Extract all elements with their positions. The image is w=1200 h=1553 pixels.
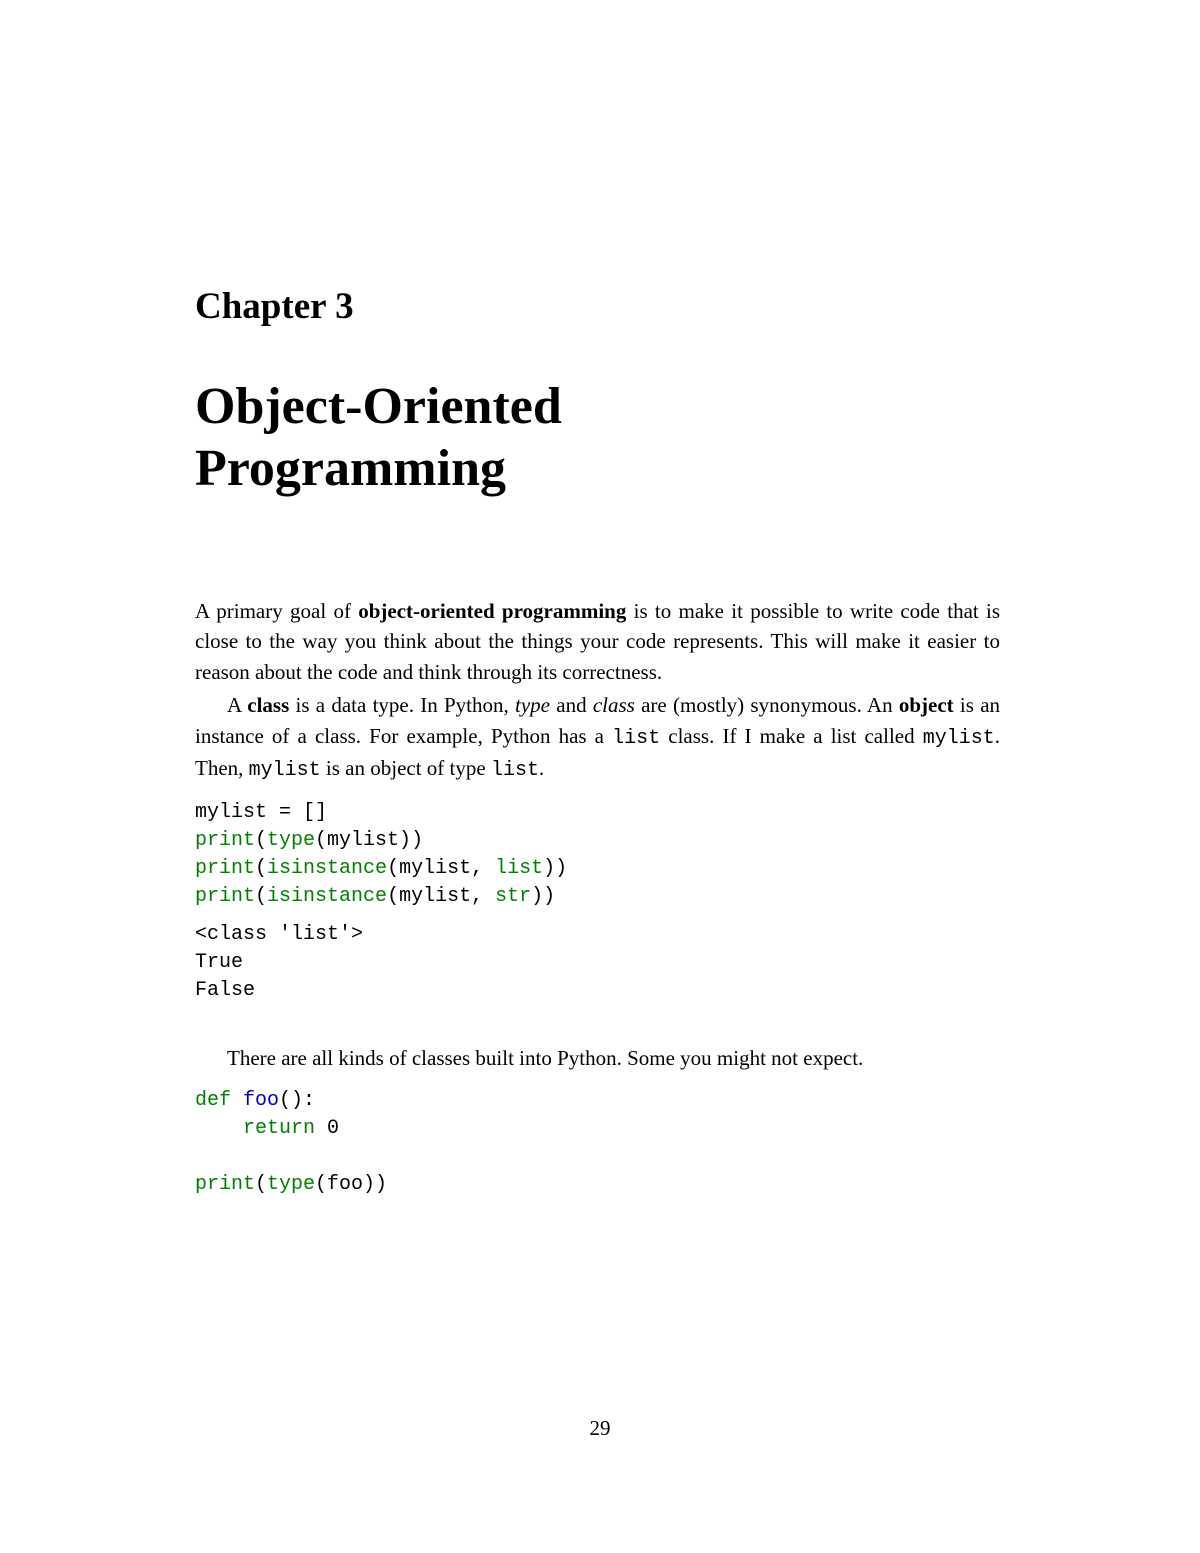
text: is a data type. In Python, — [289, 693, 515, 717]
document-page: Chapter 3 Object-Oriented Programming A … — [0, 0, 1200, 1309]
bold-term: class — [247, 693, 289, 717]
paragraph-2: A class is a data type. In Python, type … — [195, 690, 1000, 784]
code-text: ( — [255, 829, 267, 852]
code-text: (mylist, — [387, 885, 495, 908]
code-text: ( — [255, 857, 267, 880]
text: There are all kinds of classes built int… — [227, 1046, 863, 1070]
chapter-title: Object-Oriented Programming — [195, 376, 1000, 501]
title-line-2: Programming — [195, 440, 506, 497]
code-text: )) — [531, 885, 555, 908]
code-text: (): — [279, 1089, 315, 1112]
code-text: ( — [255, 1173, 267, 1196]
output-line: True — [195, 951, 243, 974]
code-text: ( — [255, 885, 267, 908]
code-keyword: isinstance — [267, 885, 387, 908]
mono-term: list — [491, 759, 539, 782]
paragraph-3: There are all kinds of classes built int… — [195, 1043, 1000, 1073]
code-keyword: type — [267, 829, 315, 852]
code-block-2: def foo(): return 0 print(type(foo)) — [195, 1087, 1000, 1199]
output-block-1: <class 'list'> True False — [195, 921, 1000, 1005]
code-block-1: mylist = [] print(type(mylist)) print(is… — [195, 799, 1000, 911]
code-text — [195, 1117, 243, 1140]
text: is an object of type — [321, 756, 491, 780]
bold-term: object-oriented programming — [358, 599, 626, 623]
code-keyword: print — [195, 1173, 255, 1196]
output-line: False — [195, 979, 255, 1002]
code-keyword: return — [243, 1117, 315, 1140]
spacer — [195, 1029, 1000, 1043]
text: . — [539, 756, 544, 780]
code-text — [231, 1089, 243, 1112]
title-line-1: Object-Oriented — [195, 378, 562, 435]
italic-term: type — [515, 693, 550, 717]
text: A primary goal of — [195, 599, 358, 623]
code-keyword: str — [495, 885, 531, 908]
paragraph-1: A primary goal of object-oriented progra… — [195, 596, 1000, 687]
output-line: <class 'list'> — [195, 923, 363, 946]
text: and — [550, 693, 593, 717]
code-text: (foo)) — [315, 1173, 387, 1196]
mono-term: list — [612, 727, 660, 750]
text: A — [227, 693, 247, 717]
italic-term: class — [593, 693, 635, 717]
code-keyword: print — [195, 857, 255, 880]
page-number: 29 — [0, 1416, 1200, 1441]
code-keyword: print — [195, 885, 255, 908]
text: class. If I make a list called — [660, 724, 923, 748]
code-keyword: def — [195, 1089, 231, 1112]
code-function: foo — [243, 1089, 279, 1112]
text: are (mostly) synonymous. An — [635, 693, 899, 717]
mono-term: mylist — [923, 727, 995, 750]
mono-term: mylist — [249, 759, 321, 782]
code-keyword: print — [195, 829, 255, 852]
code-keyword: list — [495, 857, 543, 880]
code-keyword: type — [267, 1173, 315, 1196]
code-text: mylist = [] — [195, 801, 327, 824]
bold-term: object — [899, 693, 954, 717]
code-text: 0 — [315, 1117, 339, 1140]
code-text: )) — [543, 857, 567, 880]
chapter-label: Chapter 3 — [195, 285, 1000, 328]
code-text: (mylist, — [387, 857, 495, 880]
code-keyword: isinstance — [267, 857, 387, 880]
code-text: (mylist)) — [315, 829, 423, 852]
